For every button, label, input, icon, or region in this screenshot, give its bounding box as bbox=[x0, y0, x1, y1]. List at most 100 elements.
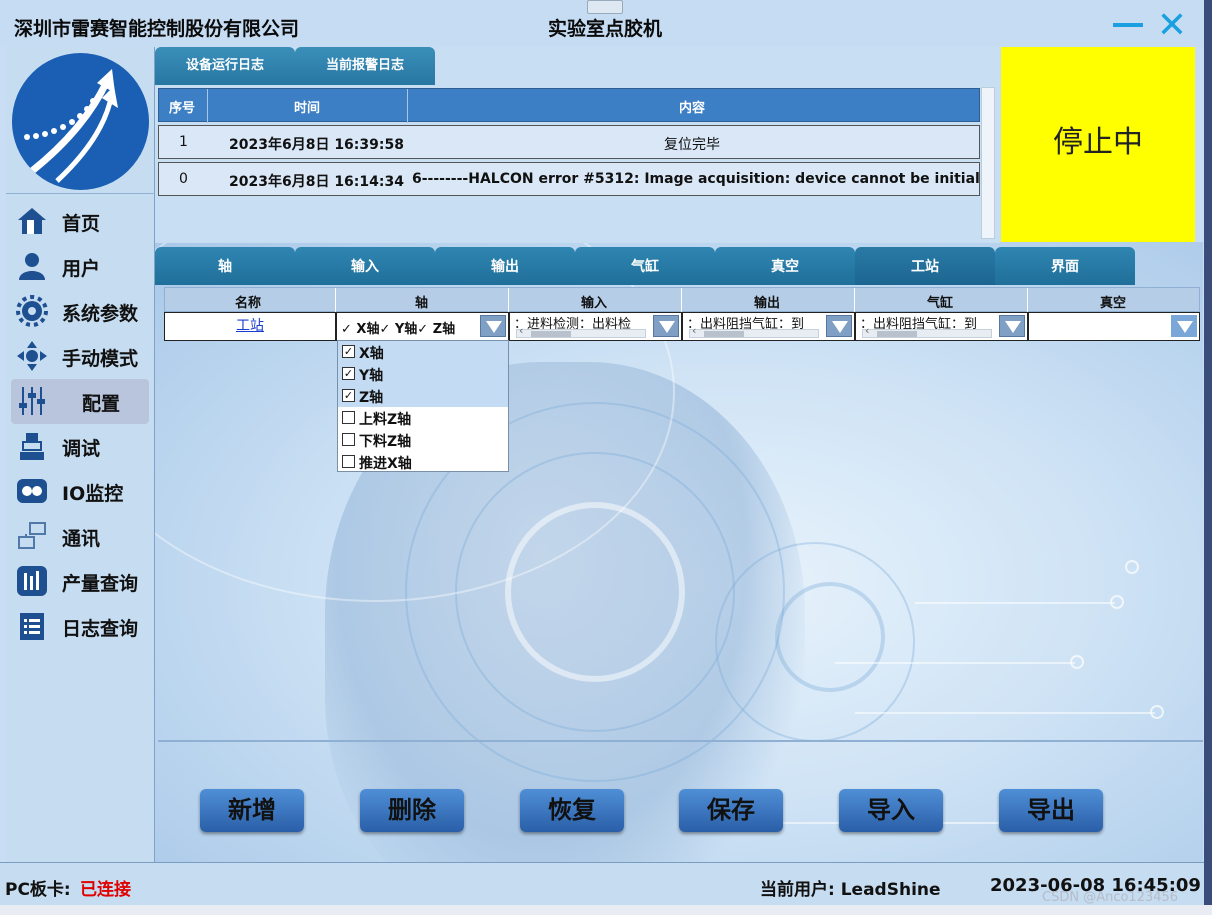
sidebar-item-io-monitor[interactable]: IO监控 bbox=[6, 469, 155, 514]
sidebar-item-label: 产量查询 bbox=[62, 573, 139, 595]
close-button[interactable]: ✕ bbox=[1154, 8, 1190, 44]
move-arrows-icon bbox=[17, 341, 47, 371]
divider bbox=[158, 740, 1203, 742]
save-button[interactable]: 保存 bbox=[679, 789, 783, 832]
checkbox[interactable]: ✓ bbox=[342, 389, 355, 402]
axis-combo[interactable]: ✓ X轴✓ Y轴✓ Z轴 bbox=[335, 313, 508, 340]
sidebar-item-label: 首页 bbox=[62, 213, 101, 235]
sidebar-item-log-query[interactable]: 日志查询 bbox=[6, 604, 155, 649]
axis-option[interactable]: ✓ Y轴 bbox=[338, 363, 508, 385]
sidebar-item-label: 配置 bbox=[82, 393, 121, 415]
column-header: 气缸 bbox=[927, 296, 954, 311]
tab-device-run-log[interactable]: 设备运行日志 bbox=[155, 47, 295, 85]
tab-input[interactable]: 输入 bbox=[295, 247, 435, 285]
tab-cylinder[interactable]: 气缸 bbox=[575, 247, 715, 285]
sidebar-item-label: 用户 bbox=[62, 258, 101, 280]
tab-axis[interactable]: 轴 bbox=[155, 247, 295, 285]
row-time: 2023年6月8日 16:14:34 bbox=[229, 174, 404, 190]
sidebar-item-config[interactable]: 配置 bbox=[11, 379, 149, 424]
sidebar-item-system-params[interactable]: 系统参数 bbox=[6, 289, 155, 334]
tab-output[interactable]: 输出 bbox=[435, 247, 575, 285]
column-header: 名称 bbox=[235, 296, 262, 311]
log-panel: 设备运行日志 当前报警日志 序号 时间 内容 1 2023年6月8日 16:39… bbox=[155, 47, 1000, 243]
chevron-down-icon[interactable] bbox=[999, 315, 1025, 337]
vacuum-combo[interactable] bbox=[1027, 313, 1199, 340]
drag-handle[interactable] bbox=[587, 0, 623, 14]
checkbox[interactable] bbox=[342, 411, 355, 424]
column-header: 内容 bbox=[679, 101, 706, 116]
input-combo[interactable]: ：进料检测：出料检 bbox=[508, 313, 681, 340]
chevron-down-icon[interactable] bbox=[480, 315, 506, 337]
chevron-down-icon[interactable] bbox=[1171, 315, 1197, 337]
sidebar-item-manual-mode[interactable]: 手动模式 bbox=[6, 334, 155, 379]
sidebar-item-label: 通讯 bbox=[62, 528, 101, 550]
config-tabs: 轴 输入 输出 气缸 真空 工站 界面 bbox=[155, 247, 1203, 285]
export-button[interactable]: 导出 bbox=[999, 789, 1103, 832]
watermark: CSDN @Anco123456 bbox=[1042, 890, 1179, 905]
axis-option[interactable]: ✓ X轴 bbox=[338, 341, 508, 363]
tab-interface[interactable]: 界面 bbox=[995, 247, 1135, 285]
pc-card-label: PC板卡: bbox=[5, 880, 71, 900]
tab-vacuum[interactable]: 真空 bbox=[715, 247, 855, 285]
log-table: 序号 时间 内容 1 2023年6月8日 16:39:58 复位完毕 0 202… bbox=[158, 88, 980, 196]
axis-option[interactable]: 上料Z轴 bbox=[338, 407, 508, 429]
output-scrollbar[interactable] bbox=[689, 324, 819, 338]
sidebar-item-label: 调试 bbox=[62, 438, 101, 460]
chevron-down-icon[interactable] bbox=[826, 315, 852, 337]
sidebar-item-user[interactable]: 用户 bbox=[6, 244, 155, 289]
log-icon bbox=[20, 613, 44, 640]
station-name-cell[interactable]: 工站 bbox=[165, 313, 335, 340]
pc-card-status: 已连接 bbox=[80, 880, 131, 900]
sidebar-item-label: 系统参数 bbox=[62, 303, 139, 325]
app-window: 深圳市雷赛智能控制股份有限公司 实验室点胶机 ✕ 首页 用户 系统参数 手动模式… bbox=[0, 0, 1212, 915]
table-row[interactable]: 0 2023年6月8日 16:14:34 6--------HALCON err… bbox=[158, 162, 980, 196]
row-number: 0 bbox=[179, 171, 188, 187]
log-table-header: 序号 时间 内容 bbox=[158, 88, 980, 123]
checkbox[interactable] bbox=[342, 433, 355, 446]
import-button[interactable]: 导入 bbox=[839, 789, 943, 832]
row-number: 1 bbox=[179, 134, 188, 150]
status-text: 停止中 bbox=[1053, 125, 1143, 160]
delete-button[interactable]: 删除 bbox=[360, 789, 464, 832]
io-icon bbox=[17, 479, 47, 503]
tab-current-alarm-log[interactable]: 当前报警日志 bbox=[295, 47, 435, 85]
checkbox[interactable]: ✓ bbox=[342, 367, 355, 380]
restore-button[interactable]: 恢复 bbox=[520, 789, 624, 832]
table-row[interactable]: 工站 ✓ X轴✓ Y轴✓ Z轴 ：进料检测：出料检 ：出料阻挡气缸：到 ：出料阻… bbox=[164, 312, 1200, 341]
sidebar-item-communication[interactable]: 通讯 bbox=[6, 514, 155, 559]
cylinder-combo[interactable]: ：出料阻挡气缸：到 bbox=[854, 313, 1027, 340]
cylinder-scrollbar[interactable] bbox=[862, 324, 992, 338]
company-name: 深圳市雷赛智能控制股份有限公司 bbox=[14, 18, 300, 40]
axis-option[interactable]: ✓ Z轴 bbox=[338, 385, 508, 407]
sidebar-nav: 首页 用户 系统参数 手动模式 配置 调试 IO监控 通讯 产量查询 日志查询 bbox=[6, 199, 155, 649]
status-bar: PC板卡: 已连接 当前用户: LeadShine 2023-06-08 16:… bbox=[0, 862, 1204, 905]
checkbox[interactable] bbox=[342, 455, 355, 468]
log-scrollbar[interactable] bbox=[981, 87, 995, 239]
sidebar-item-production-query[interactable]: 产量查询 bbox=[6, 559, 155, 604]
checkbox[interactable]: ✓ bbox=[342, 345, 355, 358]
minimize-button[interactable] bbox=[1113, 23, 1143, 27]
machine-title: 实验室点胶机 bbox=[548, 18, 663, 40]
background-taskbar bbox=[0, 905, 1212, 915]
sidebar-item-debug[interactable]: 调试 bbox=[6, 424, 155, 469]
output-combo[interactable]: ：出料阻挡气缸：到 bbox=[681, 313, 854, 340]
tab-station[interactable]: 工站 bbox=[855, 247, 995, 285]
column-header: 轴 bbox=[415, 296, 429, 311]
column-header: 输出 bbox=[754, 296, 781, 311]
column-header: 序号 bbox=[169, 101, 196, 116]
row-content: 6--------HALCON error #5312: Image acqui… bbox=[412, 171, 980, 187]
sidebar-item-home[interactable]: 首页 bbox=[6, 199, 155, 244]
title-bar: 深圳市雷赛智能控制股份有限公司 实验室点胶机 ✕ bbox=[0, 0, 1212, 47]
axis-option[interactable]: 推进X轴 bbox=[338, 451, 508, 473]
bar-chart-icon bbox=[17, 566, 47, 596]
sidebar-item-label: IO监控 bbox=[62, 483, 124, 505]
axis-option[interactable]: 下料Z轴 bbox=[338, 429, 508, 451]
input-scrollbar[interactable] bbox=[516, 324, 646, 338]
row-content: 复位完毕 bbox=[664, 137, 720, 153]
chevron-down-icon[interactable] bbox=[653, 315, 679, 337]
column-header: 输入 bbox=[581, 296, 608, 311]
add-button[interactable]: 新增 bbox=[200, 789, 304, 832]
gear-icon bbox=[16, 295, 48, 327]
table-row[interactable]: 1 2023年6月8日 16:39:58 复位完毕 bbox=[158, 125, 980, 159]
column-header: 时间 bbox=[294, 101, 321, 116]
